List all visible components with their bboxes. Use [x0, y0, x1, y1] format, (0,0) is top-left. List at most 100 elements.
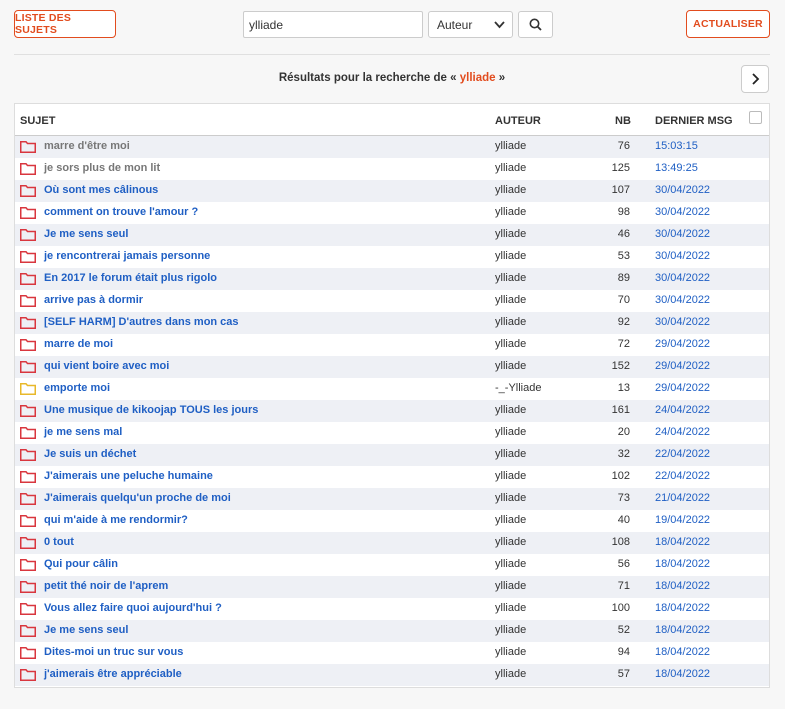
topic-last-message-link[interactable]: 18/04/2022	[655, 668, 710, 680]
folder-icon[interactable]	[20, 339, 36, 351]
folder-icon[interactable]	[20, 185, 36, 197]
topic-last-message-link[interactable]: 22/04/2022	[655, 470, 710, 482]
header-nb: NB	[615, 115, 631, 127]
topic-last-message-link[interactable]: 30/04/2022	[655, 316, 710, 328]
topic-subject-link[interactable]: arrive pas à dormir	[44, 294, 143, 306]
topic-subject-link[interactable]: qui m'aide à me rendormir?	[44, 514, 188, 526]
folder-icon[interactable]	[20, 229, 36, 241]
topic-last-message-link[interactable]: 29/04/2022	[655, 360, 710, 372]
topic-last-message-link[interactable]: 30/04/2022	[655, 228, 710, 240]
topic-last-message-link[interactable]: 18/04/2022	[655, 580, 710, 592]
topic-message-count: 107	[611, 184, 630, 196]
topic-subject-link[interactable]: qui vient boire avec moi	[44, 360, 169, 372]
topic-last-message-link[interactable]: 30/04/2022	[655, 206, 710, 218]
folder-icon[interactable]	[20, 295, 36, 307]
topic-last-message-link[interactable]: 24/04/2022	[655, 426, 710, 438]
topic-message-count: 53	[617, 250, 630, 262]
folder-icon[interactable]	[20, 471, 36, 483]
topic-subject-link[interactable]: Je suis un déchet	[44, 448, 136, 460]
topic-subject-link[interactable]: marre d'être moi	[44, 140, 130, 152]
topic-last-message-link[interactable]: 15:03:15	[655, 140, 698, 152]
folder-icon[interactable]	[20, 405, 36, 417]
topic-subject-link[interactable]: j'aimerais être appréciable	[44, 668, 182, 680]
topic-subject-link[interactable]: je rencontrerai jamais personne	[44, 250, 210, 262]
topic-subject-link[interactable]: Dites-moi un truc sur vous	[44, 646, 183, 658]
topic-last-message-link[interactable]: 30/04/2022	[655, 272, 710, 284]
topic-message-count: 98	[617, 206, 630, 218]
topic-author: ylliade	[495, 580, 527, 592]
topic-last-message-link[interactable]: 18/04/2022	[655, 624, 710, 636]
table-row: Qui pour câlin ylliade 56 18/04/2022	[15, 554, 769, 576]
topic-message-count: 70	[617, 294, 630, 306]
topic-author: ylliade	[495, 272, 527, 284]
folder-icon[interactable]	[20, 273, 36, 285]
topic-subject-link[interactable]: Qui pour câlin	[44, 558, 118, 570]
topic-message-count: 108	[611, 536, 630, 548]
table-row: marre d'être moi ylliade 76 15:03:15	[15, 136, 769, 158]
topic-last-message-link[interactable]: 18/04/2022	[655, 536, 710, 548]
topic-last-message-link[interactable]: 29/04/2022	[655, 382, 710, 394]
folder-icon[interactable]	[20, 141, 36, 153]
topic-subject-link[interactable]: petit thé noir de l'aprem	[44, 580, 168, 592]
topic-subject-link[interactable]: emporte moi	[44, 382, 110, 394]
table-row: Vous allez faire quoi aujourd'hui ? ylli…	[15, 598, 769, 620]
topic-subject-link[interactable]: J'aimerais une peluche humaine	[44, 470, 213, 482]
folder-icon[interactable]	[20, 449, 36, 461]
folder-icon[interactable]	[20, 515, 36, 527]
topic-list-button[interactable]: Liste des sujets	[14, 10, 116, 38]
folder-icon[interactable]	[20, 647, 36, 659]
folder-icon[interactable]	[20, 669, 36, 681]
topic-last-message-link[interactable]: 13:49:25	[655, 162, 698, 174]
topic-last-message-link[interactable]: 29/04/2022	[655, 338, 710, 350]
topic-subject-link[interactable]: je me sens mal	[44, 426, 122, 438]
topic-subject-link[interactable]: [SELF HARM] D'autres dans mon cas	[44, 316, 239, 328]
topic-last-message-link[interactable]: 18/04/2022	[655, 602, 710, 614]
search-type-select[interactable]: Auteur	[428, 11, 513, 38]
refresh-button[interactable]: Actualiser	[686, 10, 770, 38]
topic-subject-link[interactable]: Vous allez faire quoi aujourd'hui ?	[44, 602, 222, 614]
topic-last-message-link[interactable]: 24/04/2022	[655, 404, 710, 416]
header-subject: Sujet	[20, 115, 56, 127]
topic-last-message-link[interactable]: 30/04/2022	[655, 250, 710, 262]
topic-author: ylliade	[495, 514, 527, 526]
topic-author: ylliade	[495, 140, 527, 152]
folder-icon[interactable]	[20, 603, 36, 615]
topic-author: ylliade	[495, 624, 527, 636]
folder-icon[interactable]	[20, 559, 36, 571]
topic-last-message-link[interactable]: 18/04/2022	[655, 646, 710, 658]
folder-icon[interactable]	[20, 207, 36, 219]
topic-last-message-link[interactable]: 18/04/2022	[655, 558, 710, 570]
topic-last-message-link[interactable]: 21/04/2022	[655, 492, 710, 504]
topic-last-message-link[interactable]: 22/04/2022	[655, 448, 710, 460]
folder-icon[interactable]	[20, 581, 36, 593]
topic-subject-link[interactable]: je sors plus de mon lit	[44, 162, 160, 174]
topic-subject-link[interactable]: Je me sens seul	[44, 624, 128, 636]
folder-icon[interactable]	[20, 493, 36, 505]
topic-subject-link[interactable]: En 2017 le forum était plus rigolo	[44, 272, 217, 284]
folder-icon[interactable]	[20, 383, 36, 395]
select-all-checkbox[interactable]	[749, 111, 762, 124]
topic-subject-link[interactable]: marre de moi	[44, 338, 113, 350]
search-input[interactable]	[243, 11, 423, 38]
topic-subject-link[interactable]: Je me sens seul	[44, 228, 128, 240]
topic-author: ylliade	[495, 250, 527, 262]
topic-subject-link[interactable]: J'aimerais quelqu'un proche de moi	[44, 492, 231, 504]
folder-icon[interactable]	[20, 251, 36, 263]
next-page-button[interactable]	[741, 65, 769, 93]
topic-subject-link[interactable]: Une musique de kikoojap TOUS les jours	[44, 404, 258, 416]
folder-icon[interactable]	[20, 427, 36, 439]
folder-icon[interactable]	[20, 625, 36, 637]
folder-icon[interactable]	[20, 317, 36, 329]
topic-subject-link[interactable]: Où sont mes câlinous	[44, 184, 158, 196]
topic-last-message-link[interactable]: 19/04/2022	[655, 514, 710, 526]
search-button[interactable]	[518, 11, 553, 38]
folder-icon[interactable]	[20, 361, 36, 373]
folder-icon[interactable]	[20, 537, 36, 549]
topic-last-message-link[interactable]: 30/04/2022	[655, 184, 710, 196]
topic-message-count: 152	[611, 360, 630, 372]
topic-subject-link[interactable]: 0 tout	[44, 536, 74, 548]
topic-subject-link[interactable]: comment on trouve l'amour ?	[44, 206, 198, 218]
table-row: Où sont mes câlinous ylliade 107 30/04/2…	[15, 180, 769, 202]
topic-last-message-link[interactable]: 30/04/2022	[655, 294, 710, 306]
folder-icon[interactable]	[20, 163, 36, 175]
